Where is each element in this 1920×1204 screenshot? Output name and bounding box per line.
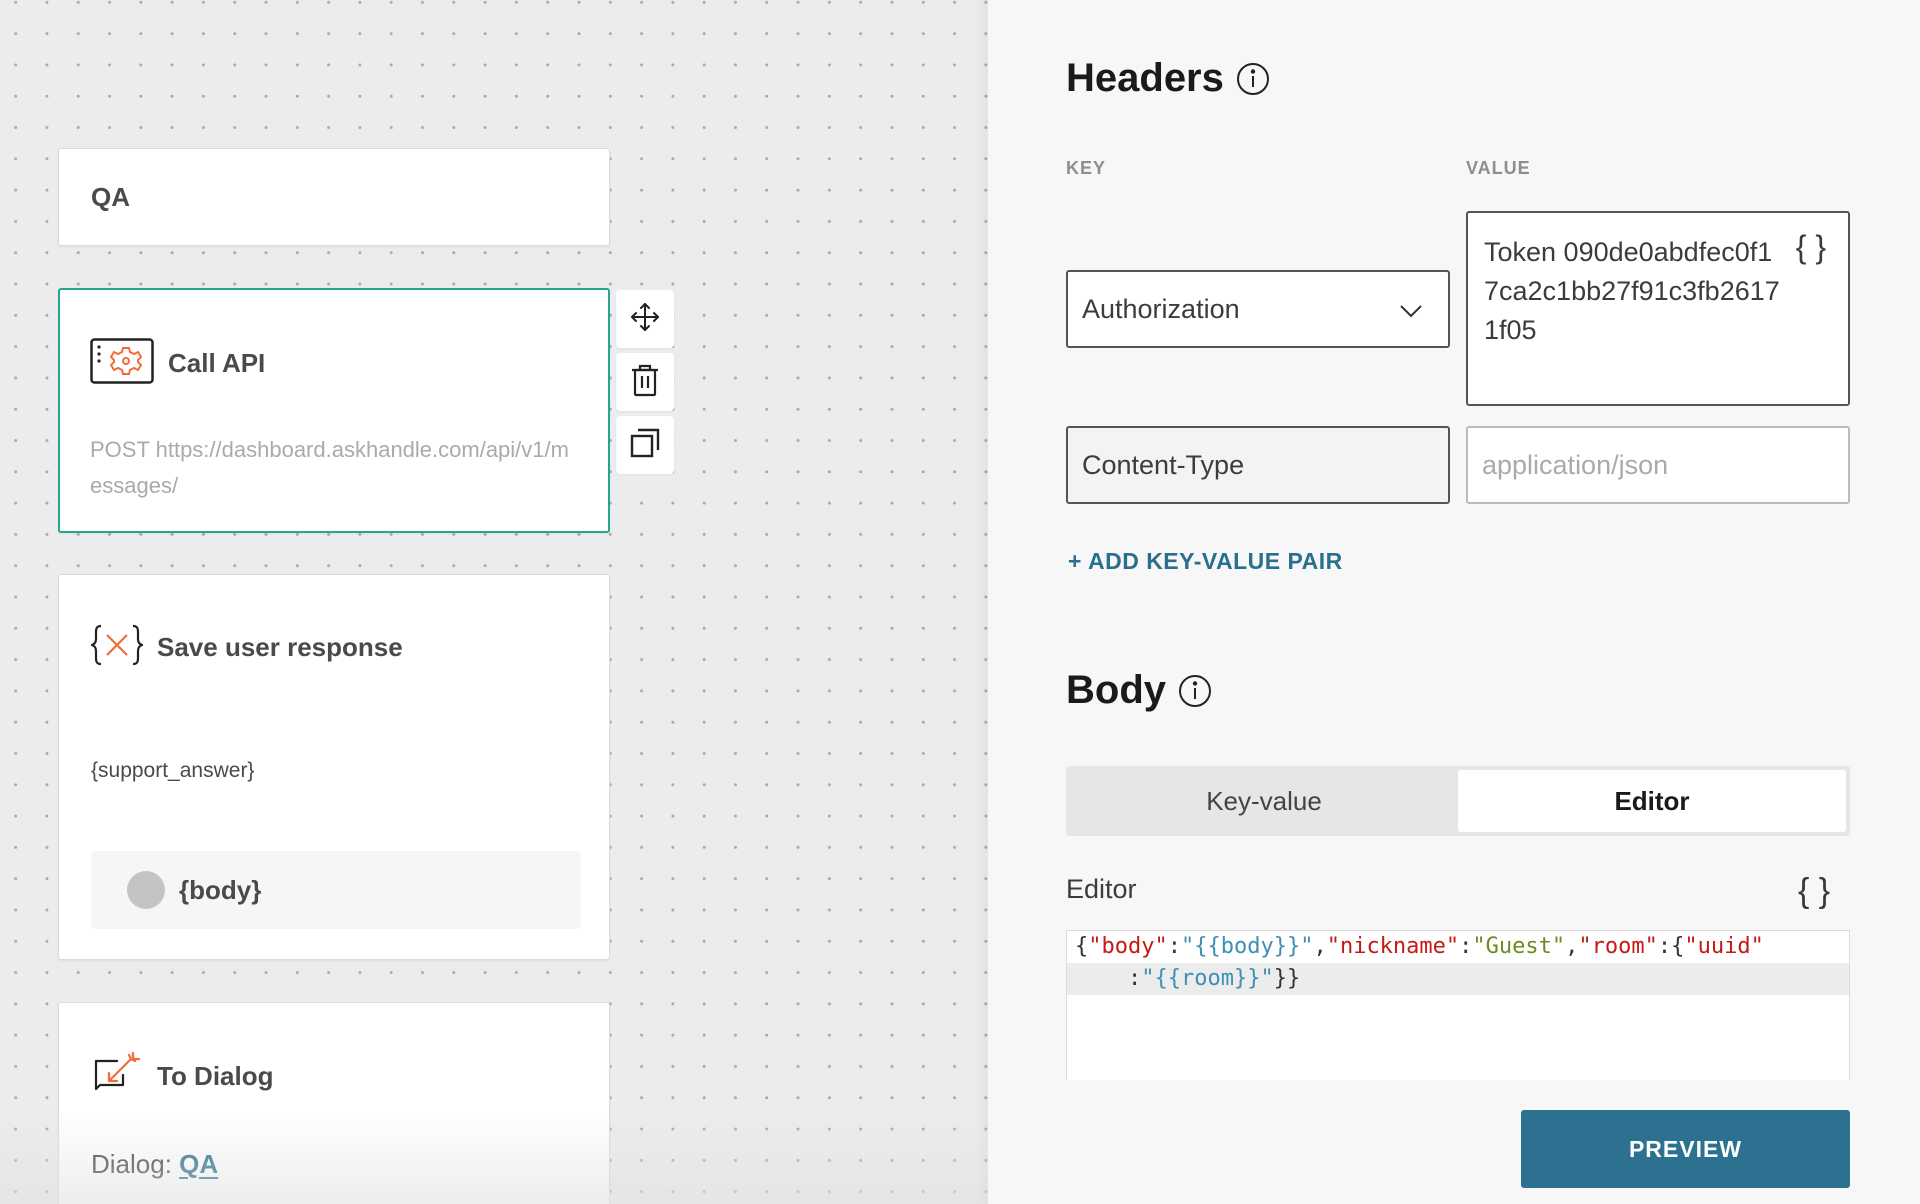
key-column-label: KEY bbox=[1066, 158, 1107, 178]
node-title: QA bbox=[91, 182, 130, 212]
headers-section-title: Headers bbox=[1066, 56, 1270, 101]
tab-editor[interactable]: Editor bbox=[1458, 770, 1846, 832]
dialog-target: Dialog: QA bbox=[91, 1149, 218, 1180]
variable-insert-icon[interactable]: { } bbox=[1796, 229, 1826, 266]
node-title: Call API bbox=[168, 348, 266, 378]
dialog-link[interactable]: QA bbox=[179, 1149, 218, 1179]
info-icon[interactable] bbox=[1236, 62, 1270, 96]
header-value-text: Token 090de0abdfec0f17ca2c1bb27f91c3fb26… bbox=[1484, 237, 1780, 345]
duplicate-button[interactable] bbox=[616, 416, 674, 474]
node-header: Save user response bbox=[88, 623, 403, 672]
chip-label: {body} bbox=[179, 874, 262, 905]
header-key-select[interactable]: Authorization bbox=[1066, 270, 1450, 348]
header-key-input[interactable]: Content-Type bbox=[1066, 426, 1450, 504]
node-call-api[interactable]: Call API POST https://dashboard.askhandl… bbox=[58, 288, 610, 533]
node-title: To Dialog bbox=[157, 1061, 274, 1091]
dialog-arrow-icon bbox=[91, 1051, 143, 1102]
chevron-down-icon bbox=[1400, 294, 1422, 325]
api-gear-icon bbox=[90, 338, 154, 389]
editor-line: :"{{room}}"}} bbox=[1067, 963, 1849, 995]
editor-line: {"body":"{{body}}","nickname":"Guest","r… bbox=[1075, 934, 1764, 959]
move-button[interactable] bbox=[616, 290, 674, 348]
editor-label: Editor bbox=[1066, 874, 1137, 904]
body-mode-tabs: Key-value Editor bbox=[1066, 766, 1850, 836]
move-arrows-icon bbox=[629, 301, 661, 338]
variable-name: {support_answer} bbox=[91, 759, 255, 782]
preview-button[interactable]: PREVIEW bbox=[1521, 1110, 1850, 1188]
response-chip[interactable]: {body} bbox=[91, 851, 581, 929]
header-key-value: Content-Type bbox=[1082, 449, 1245, 480]
copy-icon bbox=[629, 427, 661, 464]
tab-key-value[interactable]: Key-value bbox=[1070, 770, 1458, 832]
node-qa[interactable]: QA bbox=[58, 148, 610, 246]
value-column-label: VALUE bbox=[1466, 158, 1531, 178]
settings-panel: Headers KEY VALUE Authorization Token 09… bbox=[988, 0, 1920, 1204]
canvas-edge-shadow bbox=[974, 0, 988, 1204]
node-save-user-response[interactable]: Save user response {support_answer} {bod… bbox=[58, 574, 610, 960]
header-value-input[interactable]: Token 090de0abdfec0f17ca2c1bb27f91c3fb26… bbox=[1466, 211, 1850, 406]
variable-insert-icon[interactable]: { } bbox=[1798, 872, 1830, 911]
delete-button[interactable] bbox=[616, 353, 674, 411]
trash-icon bbox=[630, 363, 660, 402]
header-value-placeholder: application/json bbox=[1482, 449, 1669, 480]
status-dot bbox=[127, 871, 165, 909]
variable-braces-icon bbox=[88, 623, 146, 672]
node-action-toolbar bbox=[616, 290, 674, 479]
body-heading: Body bbox=[1066, 668, 1166, 712]
node-header: To Dialog bbox=[91, 1051, 274, 1102]
node-title: Save user response bbox=[157, 632, 403, 662]
add-key-value-pair-button[interactable]: + ADD KEY-VALUE PAIR bbox=[1068, 548, 1343, 575]
dialog-label: Dialog: bbox=[91, 1149, 172, 1179]
header-key-value: Authorization bbox=[1082, 293, 1240, 324]
api-endpoint: POST https://dashboard.askhandle.com/api… bbox=[90, 437, 569, 498]
flow-canvas[interactable]: QA Call API POST https://dashboard.askha… bbox=[0, 0, 988, 1204]
node-header: Call API bbox=[90, 338, 265, 389]
header-value-input[interactable]: application/json bbox=[1466, 426, 1850, 504]
body-section-title: Body bbox=[1066, 668, 1212, 713]
info-icon[interactable] bbox=[1178, 674, 1212, 708]
headers-heading: Headers bbox=[1066, 56, 1224, 100]
node-to-dialog[interactable]: To Dialog Dialog: QA bbox=[58, 1002, 610, 1204]
json-editor[interactable]: {"body":"{{body}}","nickname":"Guest","r… bbox=[1066, 930, 1850, 1080]
